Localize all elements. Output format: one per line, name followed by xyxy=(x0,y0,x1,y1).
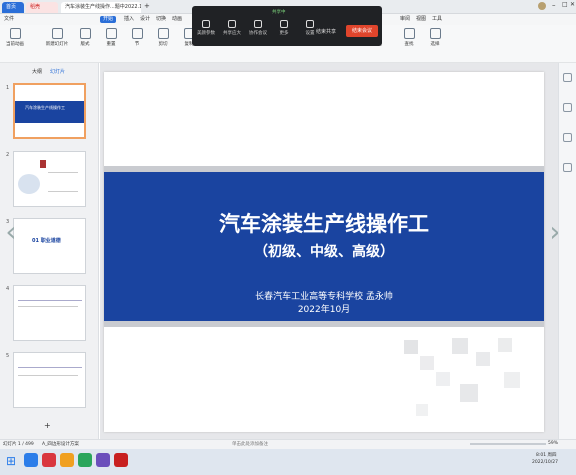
menu-file[interactable]: 文件 xyxy=(4,16,14,23)
stop-share-button[interactable]: 结束共享 xyxy=(316,28,336,35)
gear-icon xyxy=(306,20,314,28)
cut-icon xyxy=(157,28,169,39)
thumb-slide-4[interactable] xyxy=(13,285,86,341)
layout-icon xyxy=(79,28,91,39)
ribbon-btn-layout[interactable]: 版式 xyxy=(72,25,98,57)
minimize-icon[interactable]: – xyxy=(552,1,556,9)
close-icon[interactable]: ✕ xyxy=(570,1,575,8)
deco-square xyxy=(416,404,428,416)
tab-slides[interactable]: 幻灯片 xyxy=(50,68,65,75)
notes-hint[interactable]: 单击此处添加备注 xyxy=(232,441,268,447)
end-meeting-button[interactable]: 结束会议 xyxy=(346,25,378,37)
meeting-status: 共享中 xyxy=(272,10,286,15)
avatar[interactable] xyxy=(538,2,546,10)
deco-square xyxy=(420,356,434,370)
zoom-slider[interactable] xyxy=(470,443,546,445)
tab-document[interactable]: 汽车涂装生产线操作...题中2022.10 xyxy=(61,2,141,13)
tab-outline[interactable]: 大纲 xyxy=(32,68,42,75)
taskbar: ⊞ 8:01 周四 2022/10/27 xyxy=(0,449,576,475)
thumb-number: 4 xyxy=(6,286,10,292)
slide-author: 长春汽车工业高等专科学校 孟永帅 xyxy=(255,292,393,302)
camera-icon xyxy=(202,20,210,28)
thumb-number: 2 xyxy=(6,152,10,158)
taskbar-date: 2022/10/27 xyxy=(532,460,558,465)
page-indicator: 幻灯片 1 / 499 xyxy=(3,442,34,447)
ribbon-btn-cut[interactable]: 剪切 xyxy=(150,25,176,57)
new-tab-icon[interactable]: + xyxy=(144,2,150,10)
more-icon xyxy=(280,20,288,28)
new-slide-icon xyxy=(51,28,63,39)
ribbon-btn-new-slide[interactable]: 新建幻灯片 xyxy=(44,25,70,57)
ribbon-btn-animation[interactable]: 当前动画 xyxy=(2,25,28,57)
menu-insert[interactable]: 插入 xyxy=(124,16,134,23)
prev-arrow-icon[interactable]: ‹ xyxy=(4,212,18,252)
taskbar-time: 8:01 周四 xyxy=(536,453,557,458)
slide-subtitle: （初级、中级、高级） xyxy=(254,244,394,260)
deco-square xyxy=(476,352,490,366)
status-bar: 幻灯片 1 / 499 A_四边形设计方案 单击此处添加备注 59% xyxy=(0,439,576,449)
thumb-title: 01 职业道德 xyxy=(32,238,61,244)
thumb-title: 汽车涂装生产线操作工 xyxy=(25,105,65,110)
deco-square xyxy=(404,340,418,354)
meeting-tool-share[interactable]: 共享应大 xyxy=(220,20,244,36)
sidebar-tool-icon[interactable] xyxy=(563,133,572,142)
collaborate-icon xyxy=(254,20,262,28)
menu-home[interactable]: 开始 xyxy=(100,16,117,23)
taskbar-app-icon[interactable] xyxy=(96,453,110,467)
taskbar-app-icon[interactable] xyxy=(42,453,56,467)
thumb-slide-2[interactable] xyxy=(13,151,86,207)
menu-animation[interactable]: 动画 xyxy=(172,16,182,23)
band-top-stripe xyxy=(104,166,544,172)
taskbar-app-icon[interactable] xyxy=(114,453,128,467)
slide-date: 2022年10月 xyxy=(297,305,351,315)
thumb-slide-1[interactable]: 汽车涂装生产线操作工 xyxy=(13,83,86,139)
theme-name: A_四边形设计方案 xyxy=(42,442,79,447)
menu-design[interactable]: 设计 xyxy=(140,16,150,23)
meeting-tool-beauty[interactable]: 美颜参数 xyxy=(194,20,218,36)
animation-icon xyxy=(9,28,21,39)
slide-title: 汽车涂装生产线操作工 xyxy=(219,212,429,236)
deco-square xyxy=(452,338,468,354)
ribbon-btn-section[interactable]: 节 xyxy=(124,25,150,57)
menu-view[interactable]: 视图 xyxy=(416,16,426,23)
ribbon-btn-find[interactable]: 查找 xyxy=(396,25,422,57)
thumb-number: 1 xyxy=(6,85,10,91)
menu-transition[interactable]: 切换 xyxy=(156,16,166,23)
band-bottom-stripe xyxy=(104,321,544,327)
select-icon xyxy=(429,28,441,39)
meeting-toolbar: 共享中 美颜参数 共享应大 协作会议 更多 设置 结束共享 结束会议 xyxy=(192,6,382,46)
add-slide-icon[interactable]: + xyxy=(44,421,51,430)
share-screen-icon xyxy=(228,20,236,28)
thumb-number: 5 xyxy=(6,353,10,359)
taskbar-app-icon[interactable] xyxy=(60,453,74,467)
section-icon xyxy=(131,28,143,39)
thumb-slide-5[interactable] xyxy=(13,352,86,408)
menu-review[interactable]: 审阅 xyxy=(400,16,410,23)
maximize-icon[interactable]: □ xyxy=(562,1,568,8)
right-sidebar xyxy=(558,63,576,439)
sidebar-tool-icon[interactable] xyxy=(563,73,572,82)
deco-square xyxy=(460,384,478,402)
deco-square xyxy=(498,338,512,352)
ribbon-btn-select[interactable]: 选择 xyxy=(422,25,448,57)
tab-template[interactable]: 稻壳 xyxy=(26,2,58,13)
taskbar-app-icon[interactable] xyxy=(78,453,92,467)
ribbon-btn-reset[interactable]: 重置 xyxy=(98,25,124,57)
meeting-tool-more[interactable]: 更多 xyxy=(272,20,296,36)
thumb-slide-3[interactable]: 01 职业道德 xyxy=(13,218,86,274)
deco-square xyxy=(504,372,520,388)
find-icon xyxy=(403,28,415,39)
sidebar-tool-icon[interactable] xyxy=(563,103,572,112)
reset-icon xyxy=(105,28,117,39)
windows-start-icon[interactable]: ⊞ xyxy=(6,454,16,468)
zoom-level: 59% xyxy=(548,441,559,446)
sidebar-tool-icon[interactable] xyxy=(563,163,572,172)
tab-home[interactable]: 首页 xyxy=(2,2,24,13)
taskbar-app-icon[interactable] xyxy=(24,453,38,467)
deco-square xyxy=(436,372,450,386)
menu-tools[interactable]: 工具 xyxy=(432,16,442,23)
meeting-tool-collab[interactable]: 协作会议 xyxy=(246,20,270,36)
